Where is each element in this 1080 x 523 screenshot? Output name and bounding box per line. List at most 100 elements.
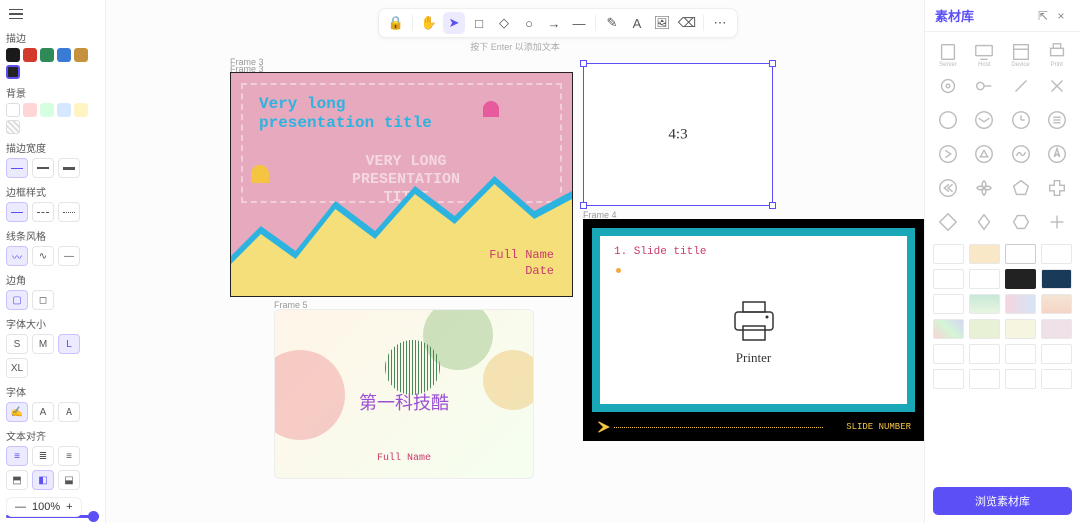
swatch-blue[interactable]	[57, 48, 71, 62]
shape-server[interactable]: Server	[933, 38, 963, 66]
shape-arrow-right[interactable]	[933, 140, 963, 168]
shape-envelope[interactable]	[969, 106, 999, 134]
swatch-black[interactable]	[6, 48, 20, 62]
shape-circle[interactable]	[933, 106, 963, 134]
tmpl-6[interactable]	[969, 269, 1000, 289]
swatch-green[interactable]	[40, 48, 54, 62]
left-properties-panel: 描边 背景 描边宽度 边框样式 线条风格 〰 ∿ — 边角 ▢ ◻ 字体	[0, 0, 106, 523]
line-zig[interactable]: ∿	[32, 246, 54, 266]
corner-sharp[interactable]: ▢	[6, 290, 28, 310]
fs-l[interactable]: L	[58, 334, 80, 354]
frame-4-3[interactable]: 4:3	[583, 63, 773, 206]
tmpl-12[interactable]	[1041, 294, 1072, 314]
corner-round[interactable]: ◻	[32, 290, 54, 310]
bg-blue[interactable]	[57, 103, 71, 117]
swatch-red[interactable]	[23, 48, 37, 62]
tmpl-23[interactable]	[1005, 369, 1036, 389]
font-hand[interactable]: ✍	[6, 402, 28, 422]
menu-button[interactable]	[6, 4, 26, 24]
line-wave[interactable]: 〰	[6, 246, 28, 266]
align-left[interactable]: ≡	[6, 446, 28, 466]
tmpl-3[interactable]	[1005, 244, 1036, 264]
tmpl-19[interactable]	[1005, 344, 1036, 364]
tmpl-15[interactable]	[1005, 319, 1036, 339]
pin-icon[interactable]: ⇱	[1034, 7, 1052, 25]
valign-mid[interactable]: ◧	[32, 470, 54, 490]
zoom-value[interactable]: 100%	[32, 501, 60, 513]
shape-rewind[interactable]	[933, 174, 963, 202]
frame-chinese[interactable]: 第一科技酷 Full Name	[274, 309, 534, 479]
zoom-in[interactable]: +	[66, 501, 72, 513]
stroke-thin[interactable]	[6, 158, 28, 178]
tmpl-20[interactable]	[1041, 344, 1072, 364]
tmpl-21[interactable]	[933, 369, 964, 389]
tmpl-4[interactable]	[1041, 244, 1072, 264]
swatch-amber[interactable]	[74, 48, 88, 62]
style-solid[interactable]	[6, 202, 28, 222]
shape-cross[interactable]	[1042, 72, 1072, 100]
bg-pink[interactable]	[23, 103, 37, 117]
fs-s[interactable]: S	[6, 334, 28, 354]
tmpl-11[interactable]	[1005, 294, 1036, 314]
style-dot[interactable]	[58, 202, 80, 222]
style-dash[interactable]	[32, 202, 54, 222]
stroke-med[interactable]	[32, 158, 54, 178]
zoom-out[interactable]: —	[15, 501, 26, 513]
font-mono[interactable]: A	[58, 402, 80, 422]
tmpl-2[interactable]	[969, 244, 1000, 264]
canvas-area[interactable]: 按下 Enter 以添加文本 Frame 3 Frame 3 Very long…	[106, 0, 924, 495]
fs-m[interactable]: M	[32, 334, 54, 354]
font-normal[interactable]: A	[32, 402, 54, 422]
fs-xl[interactable]: XL	[6, 358, 28, 378]
valign-top[interactable]: ⬒	[6, 470, 28, 490]
bg-green[interactable]	[40, 103, 54, 117]
frame-printer[interactable]: 1. Slide title Printer SLIDE NUMBER	[583, 219, 924, 441]
tmpl-22[interactable]	[969, 369, 1000, 389]
shape-host[interactable]: Host	[969, 38, 999, 66]
shape-pentagon[interactable]	[1006, 174, 1036, 202]
shape-brush[interactable]	[1006, 72, 1036, 100]
shape-flower[interactable]	[969, 174, 999, 202]
template-grid	[933, 244, 1072, 389]
tmpl-5[interactable]	[933, 269, 964, 289]
shape-wave[interactable]	[1006, 140, 1036, 168]
shape-list[interactable]	[1042, 106, 1072, 134]
tmpl-16[interactable]	[1041, 319, 1072, 339]
shape-clock[interactable]	[1006, 106, 1036, 134]
ghost-icon	[483, 101, 499, 117]
line-straight[interactable]: —	[58, 246, 80, 266]
close-icon[interactable]: ×	[1052, 7, 1070, 25]
tmpl-18[interactable]	[969, 344, 1000, 364]
shape-compass[interactable]	[1042, 140, 1072, 168]
tmpl-17[interactable]	[933, 344, 964, 364]
bg-hatch[interactable]	[6, 120, 20, 134]
tmpl-8[interactable]	[1041, 269, 1072, 289]
bg-white[interactable]	[6, 103, 20, 117]
align-center[interactable]: ≣	[32, 446, 54, 466]
shape-hex[interactable]	[1006, 208, 1036, 236]
tmpl-10[interactable]	[969, 294, 1000, 314]
shape-diamond2[interactable]	[969, 208, 999, 236]
shape-plus2[interactable]	[1042, 208, 1072, 236]
shape-gear[interactable]	[933, 72, 963, 100]
tmpl-1[interactable]	[933, 244, 964, 264]
shape-key[interactable]	[969, 72, 999, 100]
frame-3[interactable]: Very long presentation title VERY LONG P…	[230, 72, 573, 297]
bg-yellow[interactable]	[74, 103, 88, 117]
tmpl-14[interactable]	[969, 319, 1000, 339]
stroke-thick[interactable]	[58, 158, 80, 178]
shape-device[interactable]: Device	[1006, 38, 1036, 66]
browse-library-button[interactable]: 浏览素材库	[933, 487, 1072, 515]
frame3-name: Full Name	[489, 248, 554, 262]
tmpl-9[interactable]	[933, 294, 964, 314]
tmpl-13[interactable]	[933, 319, 964, 339]
swatch-dark[interactable]	[6, 65, 20, 79]
shape-triangle-up[interactable]	[969, 140, 999, 168]
align-right[interactable]: ≡	[58, 446, 80, 466]
valign-bot[interactable]: ⬓	[58, 470, 80, 490]
tmpl-24[interactable]	[1041, 369, 1072, 389]
shape-plus[interactable]	[1042, 174, 1072, 202]
tmpl-7[interactable]	[1005, 269, 1036, 289]
shape-print[interactable]: Print	[1042, 38, 1072, 66]
shape-diamond[interactable]	[933, 208, 963, 236]
